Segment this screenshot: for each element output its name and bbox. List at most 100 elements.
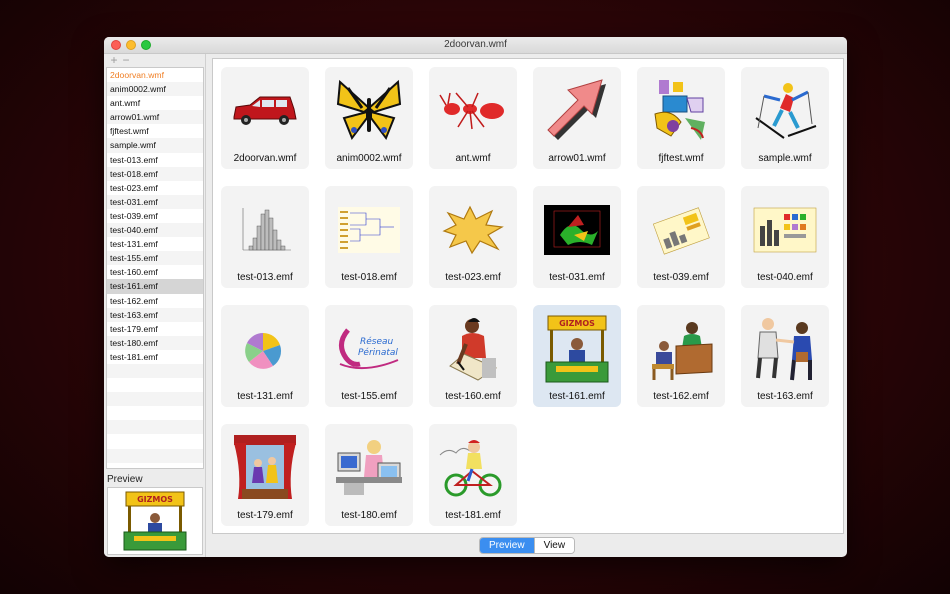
- thumbnail-tile[interactable]: test-180.emf: [325, 424, 413, 526]
- file-list-item[interactable]: arrow01.wmf: [107, 110, 203, 125]
- empty-list-row: [107, 434, 203, 448]
- file-list-item[interactable]: test-018.emf: [107, 166, 203, 181]
- thumbnail-label: test-023.emf: [445, 272, 501, 283]
- thumbnail-tile[interactable]: test-181.emf: [429, 424, 517, 526]
- svg-text:Réseau: Réseau: [360, 336, 394, 347]
- thumbnail-tile[interactable]: 2doorvan.wmf: [221, 67, 309, 169]
- tilted-chart-icon: [643, 192, 719, 268]
- puppet-theater-icon: [227, 430, 303, 506]
- add-file-button[interactable]: +: [108, 54, 120, 66]
- thumbnail-label: arrow01.wmf: [548, 153, 606, 164]
- empty-list-row: [107, 420, 203, 435]
- file-list-item[interactable]: test-131.emf: [107, 237, 203, 251]
- thumbnail-label: test-018.emf: [341, 272, 397, 283]
- thumbnail-grid[interactable]: 2doorvan.wmf anim0002.wmf ant.wmf arrow01.w…: [212, 58, 844, 534]
- thumbnail-label: test-179.emf: [237, 510, 293, 521]
- thumbnail-label: test-161.emf: [549, 391, 605, 402]
- file-list-item[interactable]: sample.wmf: [107, 138, 203, 153]
- 3d-plot-icon: [539, 192, 615, 268]
- file-list-item[interactable]: fjftest.wmf: [107, 124, 203, 138]
- thumbnail-label: test-155.emf: [341, 391, 397, 402]
- color-chart-icon: [747, 192, 823, 268]
- empty-list-row: [107, 406, 203, 420]
- thumbnail-label: test-162.emf: [653, 391, 709, 402]
- file-list-item[interactable]: test-161.emf: [107, 279, 203, 294]
- thumbnail-label: test-131.emf: [237, 391, 293, 402]
- dendrogram-icon: [331, 192, 407, 268]
- cyclist-icon: [435, 430, 511, 506]
- thumbnail-tile[interactable]: test-162.emf: [637, 305, 725, 407]
- thumbnail-tile[interactable]: test-013.emf: [221, 186, 309, 288]
- thumbnail-tile[interactable]: test-040.emf: [741, 186, 829, 288]
- thumbnail-tile[interactable]: test-163.emf: [741, 305, 829, 407]
- empty-list-row: [107, 363, 203, 379]
- file-list-item[interactable]: 2doorvan.wmf: [107, 68, 203, 82]
- gizmos-booth-icon: GIZMOS: [539, 311, 615, 387]
- thumbnail-tile[interactable]: test-023.emf: [429, 186, 517, 288]
- thumbnail-label: test-039.emf: [653, 272, 709, 283]
- thumbnail-tile[interactable]: fjftest.wmf: [637, 67, 725, 169]
- reseau-logo-icon: Réseau Périnatal: [331, 311, 407, 387]
- file-list-item[interactable]: test-039.emf: [107, 209, 203, 223]
- preview-mode-button[interactable]: Preview: [480, 538, 534, 553]
- svg-text:Périnatal: Périnatal: [358, 347, 398, 358]
- view-mode-segmented-control[interactable]: Preview View: [479, 537, 576, 554]
- histogram-icon: [227, 192, 303, 268]
- thumbnail-tile[interactable]: test-018.emf: [325, 186, 413, 288]
- empty-list-row: [107, 392, 203, 407]
- thumbnail-tile[interactable]: sample.wmf: [741, 67, 829, 169]
- file-list-item[interactable]: test-180.emf: [107, 335, 203, 350]
- thumbnail-label: anim0002.wmf: [336, 153, 402, 164]
- writing-person-icon: [435, 311, 511, 387]
- add-remove-controls: + −: [108, 54, 132, 66]
- file-list-item[interactable]: test-023.emf: [107, 181, 203, 195]
- van-icon: [227, 73, 303, 149]
- file-list-item[interactable]: test-181.emf: [107, 350, 203, 364]
- handshake-icon: [747, 311, 823, 387]
- thumbnail-tile[interactable]: test-039.emf: [637, 186, 725, 288]
- file-list-item[interactable]: test-163.emf: [107, 307, 203, 322]
- thumbnail-label: fjftest.wmf: [658, 153, 704, 164]
- thumbnail-tile[interactable]: Réseau Périnatal test-155.emf: [325, 305, 413, 407]
- file-list-item[interactable]: anim0002.wmf: [107, 82, 203, 97]
- thumbnail-label: test-180.emf: [341, 510, 397, 521]
- view-mode-button[interactable]: View: [533, 538, 575, 553]
- arrow-icon: [539, 73, 615, 149]
- thumbnail-label: test-160.emf: [445, 391, 501, 402]
- thumbnail-label: ant.wmf: [455, 153, 491, 164]
- thumbnail-label: sample.wmf: [758, 153, 812, 164]
- thumbnail-label: test-163.emf: [757, 391, 813, 402]
- thumbnail-tile[interactable]: test-131.emf: [221, 305, 309, 407]
- starburst-icon: [435, 192, 511, 268]
- file-list-item[interactable]: test-155.emf: [107, 251, 203, 266]
- sidebar: + − 2doorvan.wmf anim0002.wmf ant.wmf arrow0…: [104, 54, 206, 557]
- preview-label: Preview: [107, 474, 143, 485]
- skier-icon: [747, 73, 823, 149]
- app-window: 2doorvan.wmf + − 2doorvan.wmf anim0002.wmf…: [104, 37, 847, 557]
- file-list[interactable]: 2doorvan.wmf anim0002.wmf ant.wmf arrow01.w…: [106, 67, 204, 469]
- empty-list-row: [107, 378, 203, 392]
- thumbnail-label: 2doorvan.wmf: [233, 153, 297, 164]
- thumbnail-tile[interactable]: arrow01.wmf: [533, 67, 621, 169]
- thumbnail-tile[interactable]: ant.wmf: [429, 67, 517, 169]
- pie-chart-icon: [227, 311, 303, 387]
- remove-file-button[interactable]: −: [120, 54, 132, 66]
- thumbnail-tile[interactable]: GIZMOS test-161.emf: [533, 305, 621, 407]
- thumbnail-tile[interactable]: anim0002.wmf: [325, 67, 413, 169]
- svg-text:GIZMOS: GIZMOS: [559, 319, 595, 328]
- file-list-item[interactable]: test-160.emf: [107, 265, 203, 279]
- file-list-item[interactable]: test-013.emf: [107, 153, 203, 167]
- preview-pane: GIZMOS: [107, 487, 203, 555]
- file-list-item[interactable]: test-040.emf: [107, 223, 203, 238]
- file-list-item[interactable]: ant.wmf: [107, 96, 203, 110]
- gizmos-booth-preview-icon: GIZMOS: [123, 491, 187, 551]
- file-list-item[interactable]: test-179.emf: [107, 322, 203, 336]
- thumbnail-tile[interactable]: test-160.emf: [429, 305, 517, 407]
- computer-worker-icon: [331, 430, 407, 506]
- office-desk-icon: [643, 311, 719, 387]
- title-bar: 2doorvan.wmf: [104, 37, 847, 54]
- thumbnail-tile[interactable]: test-179.emf: [221, 424, 309, 526]
- file-list-item[interactable]: test-162.emf: [107, 294, 203, 308]
- thumbnail-tile[interactable]: test-031.emf: [533, 186, 621, 288]
- file-list-item[interactable]: test-031.emf: [107, 194, 203, 209]
